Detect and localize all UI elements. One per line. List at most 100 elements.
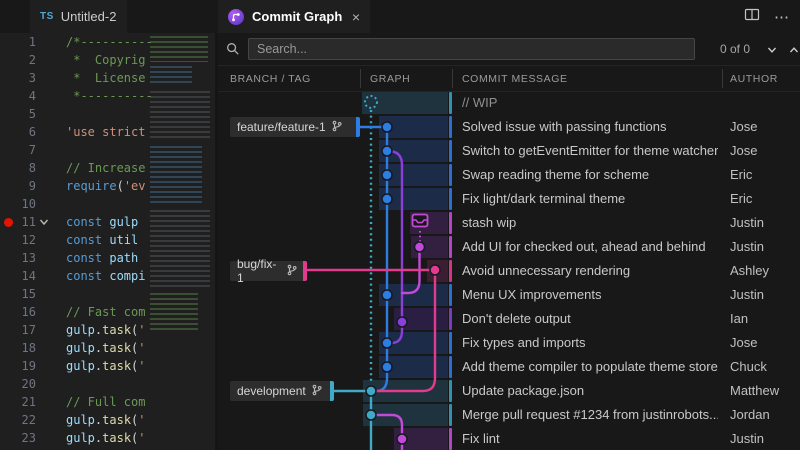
graph-row-strip: [449, 92, 453, 114]
branch-label[interactable]: feature/feature-1: [230, 117, 360, 137]
breakpoint-margin[interactable]: [0, 69, 14, 87]
commit-author: Eric: [730, 187, 752, 211]
code-text: *----------: [66, 87, 153, 105]
search-icon: [226, 42, 240, 61]
chevron-down-icon[interactable]: [766, 43, 778, 61]
breakpoint-margin[interactable]: [0, 87, 14, 105]
commit-author: Justin: [730, 283, 764, 307]
graph-row-strip: [449, 356, 453, 378]
breakpoint-margin[interactable]: [0, 123, 14, 141]
tab-commit-graph[interactable]: Commit Graph ×: [218, 0, 370, 33]
code-text: // Full com: [66, 393, 145, 411]
code-text: const path: [66, 249, 138, 267]
commit-row[interactable]: Switch to getEventEmitter for theme watc…: [218, 139, 800, 163]
graph-row-strip: [449, 212, 453, 234]
breakpoint-margin[interactable]: [0, 375, 14, 393]
breakpoint-margin[interactable]: [0, 285, 14, 303]
code-text: * Copyrig: [66, 51, 145, 69]
commit-author: Ian: [730, 307, 748, 331]
breakpoint-margin[interactable]: [0, 33, 14, 51]
commit-row[interactable]: Don't delete output Ian: [218, 307, 800, 331]
column-branch-tag[interactable]: BRANCH / TAG: [230, 66, 311, 91]
fold-chevron-icon[interactable]: [36, 217, 52, 227]
commit-row[interactable]: // WIP: [218, 91, 800, 115]
split-editor-icon[interactable]: [744, 7, 760, 27]
branch-label[interactable]: bug/fix-1: [230, 261, 307, 281]
branch-label-color-bar: [303, 261, 307, 281]
branch-label-color-bar: [356, 117, 360, 137]
commit-row[interactable]: stash wipJustin: [218, 211, 800, 235]
column-commit-message[interactable]: COMMIT MESSAGE: [462, 66, 568, 91]
graph-row-highlight: [427, 260, 448, 282]
commit-row[interactable]: Add UI for checked out, ahead and behind…: [218, 235, 800, 259]
close-icon[interactable]: ×: [352, 10, 360, 24]
commit-message: Merge pull request #1234 from justinrobo…: [462, 403, 718, 427]
panel-tab-label: Commit Graph: [252, 9, 342, 24]
line-number: 10: [14, 195, 36, 213]
commit-row[interactable]: feature/feature-1Solved issue with passi…: [218, 115, 800, 139]
breakpoint-margin[interactable]: [0, 267, 14, 285]
graph-row-strip: [449, 236, 453, 258]
commit-message: Don't delete output: [462, 307, 718, 331]
breakpoint-margin[interactable]: [0, 195, 14, 213]
code-text: const gulp: [66, 213, 138, 231]
breakpoint-margin[interactable]: [0, 105, 14, 123]
commit-message: Swap reading theme for scheme: [462, 163, 718, 187]
commit-message: Fix lint: [462, 427, 718, 450]
commit-row[interactable]: Fix light/dark terminal theme Eric: [218, 187, 800, 211]
graph-row-highlight: [379, 140, 448, 162]
commit-author: Justin: [730, 427, 764, 450]
git-branch-icon: [311, 384, 323, 399]
line-number: 9: [14, 177, 36, 195]
breakpoint-margin[interactable]: [0, 177, 14, 195]
graph-row-strip: [449, 380, 453, 402]
search-input[interactable]: [249, 42, 694, 56]
line-number: 19: [14, 357, 36, 375]
breakpoint-margin[interactable]: [0, 321, 14, 339]
table-header: BRANCH / TAG GRAPH COMMIT MESSAGE AUTHOR: [218, 66, 800, 92]
commit-row[interactable]: developmentUpdate package.jsonMatthew: [218, 379, 800, 403]
breakpoint-margin[interactable]: [0, 339, 14, 357]
breakpoint-margin[interactable]: [0, 411, 14, 429]
code-text: const compi: [66, 267, 145, 285]
search-result-count: 0 of 0: [720, 33, 750, 65]
breakpoint-margin[interactable]: [0, 51, 14, 69]
commit-row[interactable]: Fix types and importsJose: [218, 331, 800, 355]
minimap[interactable]: [148, 33, 214, 343]
commit-message: Fix light/dark terminal theme: [462, 187, 718, 211]
graph-row-highlight: [363, 380, 448, 402]
tab-untitled-2[interactable]: TS Untitled-2: [30, 0, 127, 33]
column-author[interactable]: AUTHOR: [730, 66, 778, 91]
editor-actions: ⋯: [744, 0, 790, 33]
breakpoint-margin[interactable]: [0, 429, 14, 447]
column-graph[interactable]: GRAPH: [370, 66, 410, 91]
commit-row[interactable]: Menu UX improvementsJustin: [218, 283, 800, 307]
line-number: 2: [14, 51, 36, 69]
commit-row[interactable]: Merge pull request #1234 from justinrobo…: [218, 403, 800, 427]
branch-label-color-bar: [330, 381, 334, 401]
graph-row-highlight: [362, 92, 448, 114]
graph-row-highlight: [394, 428, 448, 450]
breakpoint-icon[interactable]: [0, 213, 14, 231]
chevron-up-icon[interactable]: [788, 43, 800, 61]
code-text: * License: [66, 69, 145, 87]
commit-row[interactable]: Add theme compiler to populate theme sto…: [218, 355, 800, 379]
branch-label[interactable]: development: [230, 381, 334, 401]
code-editor[interactable]: 1/*----------2 * Copyrig3 * License4 *--…: [0, 33, 215, 450]
breakpoint-margin[interactable]: [0, 249, 14, 267]
commit-author: Eric: [730, 163, 752, 187]
code-line: 19gulp.task(': [0, 357, 215, 375]
editor-tab-label: Untitled-2: [61, 9, 117, 24]
graph-row-highlight: [363, 404, 448, 426]
breakpoint-margin[interactable]: [0, 159, 14, 177]
commit-row[interactable]: Swap reading theme for scheme Eric: [218, 163, 800, 187]
breakpoint-margin[interactable]: [0, 393, 14, 411]
commit-row[interactable]: bug/fix-1Avoid unnecessary renderingAshl…: [218, 259, 800, 283]
breakpoint-margin[interactable]: [0, 141, 14, 159]
commit-row[interactable]: Fix lint Justin: [218, 427, 800, 450]
breakpoint-margin[interactable]: [0, 231, 14, 249]
more-actions-icon[interactable]: ⋯: [774, 8, 790, 26]
typescript-icon: TS: [40, 11, 54, 22]
breakpoint-margin[interactable]: [0, 357, 14, 375]
breakpoint-margin[interactable]: [0, 303, 14, 321]
